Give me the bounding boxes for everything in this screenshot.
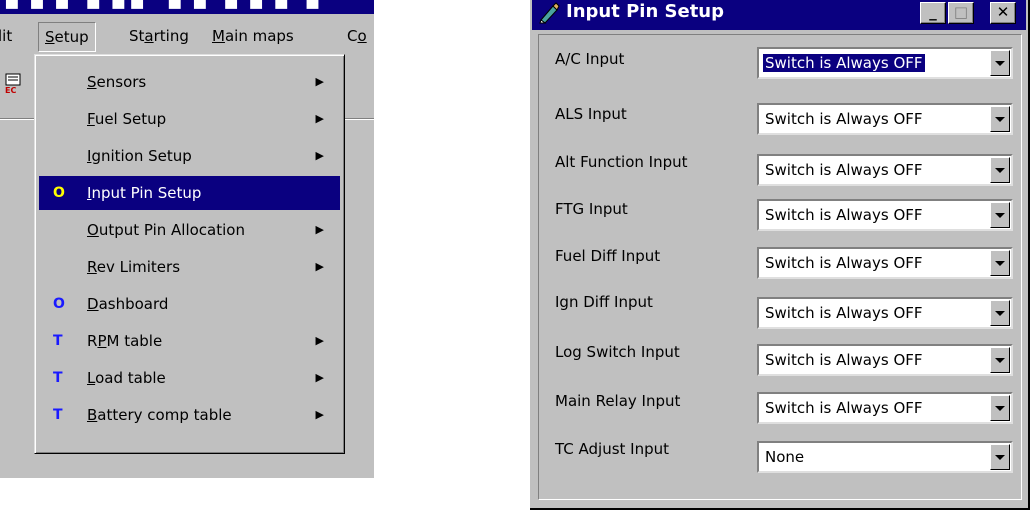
fuel-diff-input-select[interactable]: Switch is Always OFF xyxy=(757,247,1013,279)
menu-item-label: Battery comp table xyxy=(87,406,232,424)
als-input-select[interactable]: Switch is Always OFF xyxy=(757,103,1013,135)
window-titlebar: ▄▀▄▀▄ ▀▄▀▄ ▄▀▀▄▀▄ ▀▄▀▄▀▄ ▀▄ xyxy=(0,0,374,14)
submenu-arrow-icon: ▶ xyxy=(315,371,324,384)
submenu-arrow-icon: ▶ xyxy=(315,112,324,125)
minimize-button[interactable]: _ xyxy=(920,2,946,24)
dropdown-arrow-icon[interactable] xyxy=(990,157,1010,183)
main-relay-input-label: Main Relay Input xyxy=(555,392,681,410)
ign-diff-input-select[interactable]: Switch is Always OFF xyxy=(757,297,1013,329)
svg-text:EC: EC xyxy=(5,86,16,95)
menu-setup[interactable]: Setup xyxy=(38,22,96,52)
select-value: Switch is Always OFF xyxy=(765,351,923,369)
dropdown-arrow-icon[interactable] xyxy=(990,395,1010,421)
menu-item-battery-comp-table[interactable]: T Battery comp table ▶ xyxy=(39,398,340,432)
menu-item-label: RPM table xyxy=(87,332,163,350)
toolbar-ecu-icon[interactable]: EC xyxy=(4,73,24,95)
close-button[interactable]: ✕ xyxy=(990,2,1016,24)
select-value: None xyxy=(765,448,805,466)
menu-item-label: Rev Limiters xyxy=(87,258,181,276)
menu-main-maps[interactable]: Main maps xyxy=(212,22,294,52)
main-relay-input-select[interactable]: Switch is Always OFF xyxy=(757,392,1013,424)
select-value: Switch is Always OFF xyxy=(762,53,926,73)
submenu-arrow-icon: ▶ xyxy=(315,149,324,162)
dialog-title: Input Pin Setup xyxy=(566,1,725,22)
tc-adjust-input-select[interactable]: None xyxy=(757,441,1013,473)
window-o-icon: O xyxy=(53,296,65,312)
dialog-body: A/C Input Switch is Always OFF ALS Input… xyxy=(538,34,1022,500)
table-t-icon: T xyxy=(53,333,63,349)
menu-item-fuel-setup[interactable]: Fuel Setup ▶ xyxy=(39,102,340,136)
pencil-app-icon xyxy=(539,2,560,24)
dropdown-arrow-icon[interactable] xyxy=(990,444,1010,470)
log-switch-input-label: Log Switch Input xyxy=(555,343,680,361)
menu-item-rev-limiters[interactable]: Rev Limiters ▶ xyxy=(39,250,340,284)
dropdown-arrow-icon[interactable] xyxy=(990,250,1010,276)
ftg-input-label: FTG Input xyxy=(555,200,628,218)
submenu-arrow-icon: ▶ xyxy=(315,408,324,421)
dropdown-arrow-icon[interactable] xyxy=(990,300,1010,326)
ftg-input-select[interactable]: Switch is Always OFF xyxy=(757,199,1013,231)
menu-item-label: Input Pin Setup xyxy=(87,184,202,202)
fuel-diff-input-label: Fuel Diff Input xyxy=(555,247,661,265)
window-o-icon: O xyxy=(53,185,65,201)
menu-item-label: Dashboard xyxy=(87,295,169,313)
menu-item-label: Load table xyxy=(87,369,166,387)
main-window-fragment: ▄▀▄▀▄ ▀▄▀▄ ▄▀▀▄▀▄ ▀▄▀▄▀▄ ▀▄ lit Setup St… xyxy=(0,0,374,478)
select-value: Switch is Always OFF xyxy=(765,206,923,224)
select-value: Switch is Always OFF xyxy=(765,110,923,128)
menu-item-label: Output Pin Allocation xyxy=(87,221,245,239)
select-value: Switch is Always OFF xyxy=(765,399,923,417)
menu-item-label: Sensors xyxy=(87,73,147,91)
menu-bar: lit Setup Starting Main maps Co xyxy=(0,22,374,54)
select-value: Switch is Always OFF xyxy=(765,254,923,272)
als-input-label: ALS Input xyxy=(555,105,627,123)
menu-item-ignition-setup[interactable]: Ignition Setup ▶ xyxy=(39,139,340,173)
menu-edit[interactable]: lit xyxy=(0,22,12,52)
alt-function-input-select[interactable]: Switch is Always OFF xyxy=(757,154,1013,186)
menu-item-label: Ignition Setup xyxy=(87,147,192,165)
dropdown-arrow-icon[interactable] xyxy=(990,347,1010,373)
menu-starting[interactable]: Starting xyxy=(129,22,189,52)
menu-item-label: Fuel Setup xyxy=(87,110,167,128)
menu-item-sensors[interactable]: Sensors ▶ xyxy=(39,65,340,99)
submenu-arrow-icon: ▶ xyxy=(315,334,324,347)
menu-item-rpm-table[interactable]: T RPM table ▶ xyxy=(39,324,340,358)
submenu-arrow-icon: ▶ xyxy=(315,260,324,273)
menu-item-dashboard[interactable]: O Dashboard xyxy=(39,287,340,321)
dropdown-arrow-icon[interactable] xyxy=(990,50,1010,76)
tc-adjust-input-label: TC Adjust Input xyxy=(555,440,670,458)
input-pin-setup-dialog: Input Pin Setup _ □ ✕ A/C Input Switch i… xyxy=(530,0,1030,510)
ign-diff-input-label: Ign Diff Input xyxy=(555,293,653,311)
menu-item-load-table[interactable]: T Load table ▶ xyxy=(39,361,340,395)
submenu-arrow-icon: ▶ xyxy=(315,75,324,88)
menu-co[interactable]: Co xyxy=(347,22,367,52)
dropdown-arrow-icon[interactable] xyxy=(990,106,1010,132)
select-value: Switch is Always OFF xyxy=(765,304,923,322)
ac-input-label: A/C Input xyxy=(555,50,625,68)
menu-item-output-pin-allocation[interactable]: Output Pin Allocation ▶ xyxy=(39,213,340,247)
dialog-titlebar: Input Pin Setup _ □ ✕ xyxy=(532,0,1026,30)
select-value: Switch is Always OFF xyxy=(765,161,923,179)
dropdown-arrow-icon[interactable] xyxy=(990,202,1010,228)
alt-function-input-label: Alt Function Input xyxy=(555,153,688,171)
table-t-icon: T xyxy=(53,407,63,423)
setup-dropdown-menu: Sensors ▶ Fuel Setup ▶ Ignition Setup ▶ … xyxy=(34,54,345,454)
log-switch-input-select[interactable]: Switch is Always OFF xyxy=(757,344,1013,376)
table-t-icon: T xyxy=(53,370,63,386)
maximize-button[interactable]: □ xyxy=(948,2,974,24)
submenu-arrow-icon: ▶ xyxy=(315,223,324,236)
menu-item-input-pin-setup[interactable]: O Input Pin Setup xyxy=(39,176,340,210)
ac-input-select[interactable]: Switch is Always OFF xyxy=(757,47,1013,79)
